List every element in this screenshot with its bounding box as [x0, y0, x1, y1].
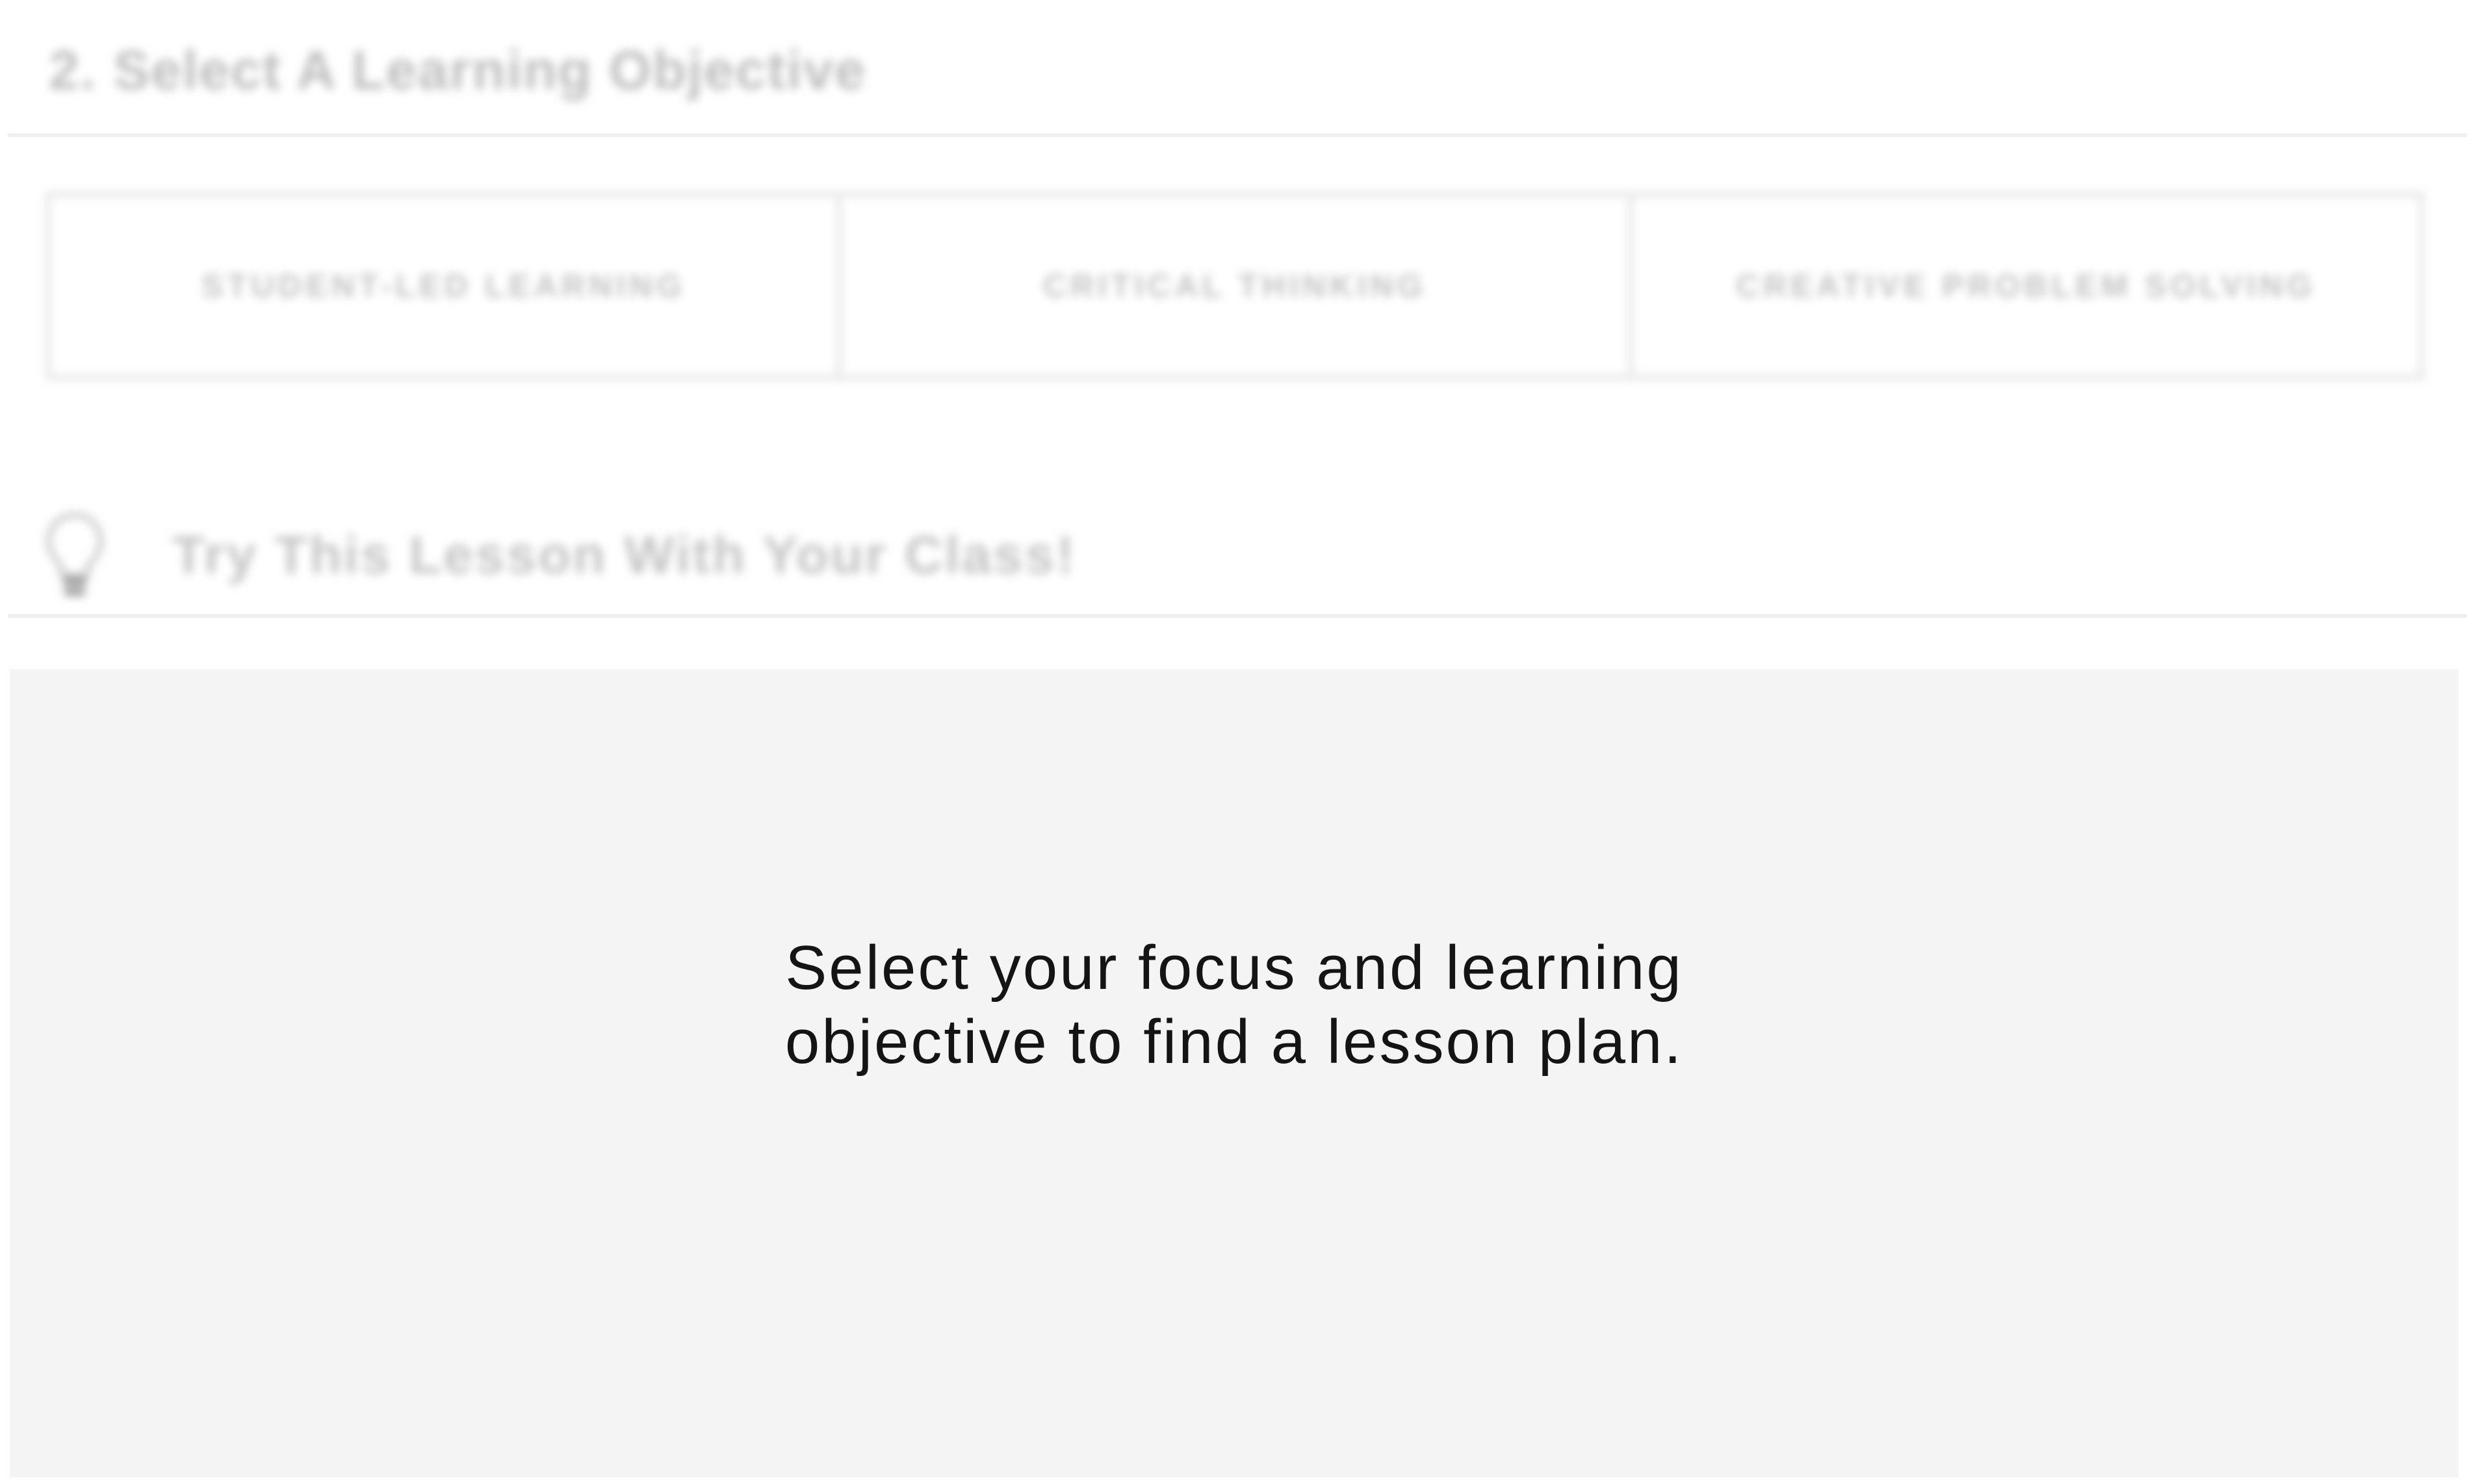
placeholder-line-2: objective to find a lesson plan. — [784, 1007, 1684, 1077]
objective-option-student-led-learning[interactable]: STUDENT-LED LEARNING — [45, 192, 842, 380]
lesson-placeholder-message: Select your focus and learning objective… — [785, 931, 1683, 1079]
lesson-plan-panel: Select your focus and learning objective… — [10, 669, 2459, 1478]
lightbulb-icon — [42, 510, 107, 601]
objective-option-creative-problem-solving[interactable]: CREATIVE PROBLEM SOLVING — [1627, 192, 2424, 380]
lesson-section-header: Try This Lesson With Your Class! — [42, 507, 1076, 604]
objective-options: STUDENT-LED LEARNING CRITICAL THINKING C… — [45, 192, 2424, 380]
lesson-divider — [8, 614, 2467, 618]
objective-section-title: 2. Select A Learning Objective — [49, 40, 867, 101]
objective-divider — [8, 133, 2467, 137]
lesson-finder-page: 2. Select A Learning Objective STUDENT-L… — [0, 0, 2467, 1484]
placeholder-line-1: Select your focus and learning — [785, 933, 1683, 1003]
objective-option-critical-thinking[interactable]: CRITICAL THINKING — [836, 192, 1633, 380]
lesson-section-title: Try This Lesson With Your Class! — [172, 526, 1076, 585]
